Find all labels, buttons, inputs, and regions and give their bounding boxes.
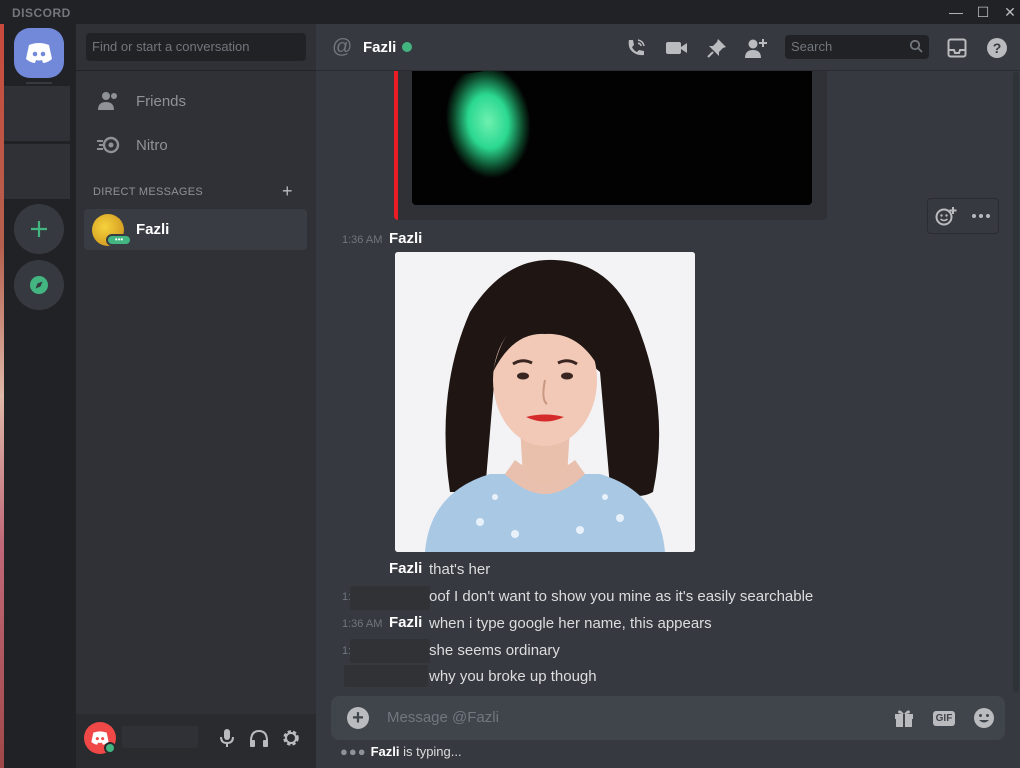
nav-label: Nitro: [136, 136, 168, 154]
emoji-button[interactable]: [971, 706, 997, 730]
chat-scrollbar[interactable]: [1013, 72, 1019, 692]
nav-label: Friends: [136, 92, 187, 110]
background-strip: [0, 24, 4, 768]
message-text: that's her: [429, 561, 491, 578]
help-button[interactable]: ?: [985, 36, 1009, 60]
title-bar: DISCORD — ☐ ✕: [0, 0, 1020, 24]
create-dm-button[interactable]: +: [282, 181, 293, 202]
call-button[interactable]: [624, 36, 648, 60]
chat-header: @ Fazli Search ?: [316, 24, 1020, 71]
message-timestamp: 1:36 AM: [342, 618, 383, 630]
microphone-icon: [220, 729, 234, 747]
add-friend-to-dm-button[interactable]: [744, 36, 768, 60]
deafen-button[interactable]: [247, 726, 271, 750]
user-panel: [76, 714, 316, 768]
message-search-input[interactable]: Search: [785, 35, 929, 59]
server-item[interactable]: [0, 86, 70, 141]
maximize-button[interactable]: ☐: [969, 2, 997, 22]
glow-shape: [426, 71, 552, 191]
discord-logo-icon: [26, 43, 52, 63]
search-icon: [909, 39, 923, 56]
help-icon: ?: [987, 38, 1007, 58]
portrait-photo: [395, 252, 695, 552]
add-friend-icon: [745, 39, 767, 58]
message-hover-actions: [927, 198, 999, 234]
pinned-messages-button[interactable]: [705, 36, 729, 60]
gift-icon: [895, 710, 913, 727]
headphones-icon: [250, 729, 268, 747]
message-text: oof I don't want to show you mine as it'…: [429, 588, 814, 605]
chat-area: @ Fazli Search ? 1:36 AM Fazli Fazli tha…: [316, 24, 1020, 768]
message-author[interactable]: Fazli: [389, 560, 422, 577]
typing-indicator: ●●● Fazli is typing...: [340, 744, 462, 759]
compass-icon: [30, 276, 48, 294]
more-icon[interactable]: [971, 213, 991, 219]
redacted-author: [350, 586, 430, 610]
message-author[interactable]: Fazli: [389, 614, 422, 631]
nav-item-nitro[interactable]: Nitro: [84, 124, 308, 166]
redacted-author: [350, 639, 430, 663]
redacted-author: [344, 665, 428, 687]
server-item[interactable]: [0, 144, 70, 199]
conversation-search-input[interactable]: Find or start a conversation: [86, 33, 306, 61]
guild-separator: [26, 82, 52, 84]
inbox-icon: [947, 38, 967, 58]
user-settings-button[interactable]: [279, 726, 303, 750]
video-call-button[interactable]: [665, 36, 689, 60]
chat-recipient-name: Fazli: [363, 39, 397, 56]
inbox-button[interactable]: [945, 36, 969, 60]
message-composer: + Message @Fazli GIF: [331, 696, 1005, 740]
typing-suffix: is typing...: [399, 744, 462, 759]
dm-name: Fazli: [136, 221, 170, 238]
online-status-dot: [104, 742, 116, 754]
message-author[interactable]: Fazli: [389, 230, 422, 247]
gif-button[interactable]: GIF: [931, 706, 957, 730]
add-reaction-icon[interactable]: [935, 206, 957, 226]
message-input[interactable]: Message @Fazli: [387, 709, 499, 726]
typing-dots-icon: ●●●: [340, 744, 367, 759]
pin-icon: [707, 39, 726, 58]
svg-text:?: ?: [993, 40, 1002, 56]
gear-icon: [283, 730, 299, 746]
dm-sidebar: Find or start a conversation Friends Nit…: [76, 24, 316, 768]
minimize-button[interactable]: —: [942, 2, 970, 22]
gift-button[interactable]: [891, 706, 917, 730]
embed-image[interactable]: [412, 71, 812, 205]
gif-icon: GIF: [932, 710, 956, 726]
home-button[interactable]: [14, 28, 64, 78]
mobile-status-badge: •••: [106, 233, 132, 246]
message-text: she seems ordinary: [429, 642, 560, 659]
app-brand: DISCORD: [12, 6, 71, 20]
friends-icon: [96, 89, 122, 113]
search-placeholder: Search: [791, 39, 833, 54]
image-attachment[interactable]: [395, 252, 695, 552]
explore-servers-button[interactable]: [14, 260, 64, 310]
typing-user: Fazli: [370, 744, 400, 759]
close-button[interactable]: ✕: [996, 2, 1020, 22]
call-icon: [628, 39, 645, 56]
at-icon: @: [332, 36, 353, 58]
message-text: when i type google her name, this appear…: [429, 615, 712, 632]
avatar: •••: [92, 213, 132, 246]
video-icon: [666, 42, 687, 54]
message-timestamp: 1:36 AM: [342, 234, 383, 246]
image-embed: [394, 71, 827, 220]
message-text: why you broke up though: [429, 668, 597, 685]
plus-icon: [31, 221, 47, 237]
server-sidebar: [0, 24, 76, 768]
upload-button[interactable]: +: [347, 707, 369, 729]
redacted-username: [122, 726, 198, 748]
nav-item-friends[interactable]: Friends: [84, 80, 308, 122]
online-status-dot: [402, 42, 412, 52]
dm-conversation-fazli[interactable]: ••• Fazli: [84, 209, 307, 250]
mute-button[interactable]: [215, 726, 239, 750]
nitro-icon: [96, 133, 122, 157]
add-server-button[interactable]: [14, 204, 64, 254]
direct-messages-header: DIRECT MESSAGES: [93, 186, 204, 198]
divider: [76, 70, 316, 71]
emoji-icon: [974, 708, 994, 728]
